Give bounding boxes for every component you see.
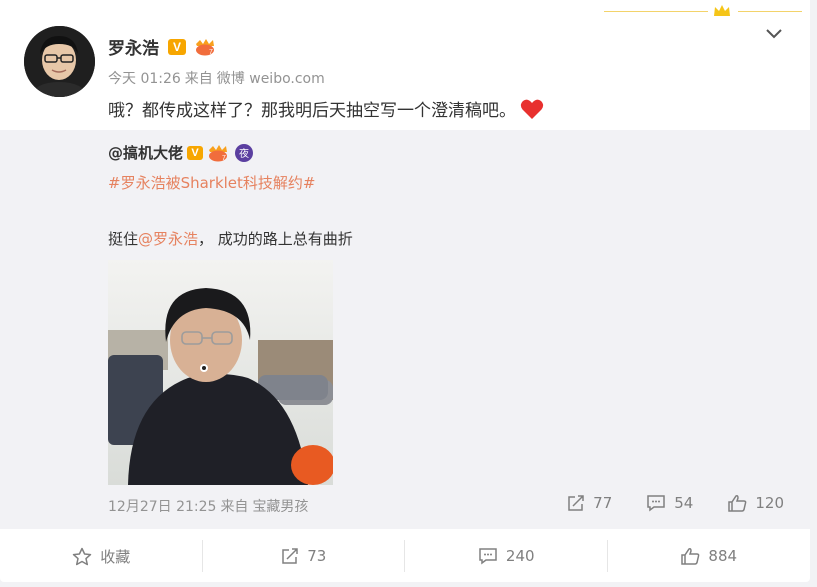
- avatar[interactable]: [24, 26, 95, 97]
- post-source[interactable]: 微博 weibo.com: [217, 68, 325, 88]
- favorite-button[interactable]: 收藏: [0, 530, 203, 582]
- svg-text:7: 7: [222, 155, 226, 162]
- post-text: 哦？都传成这样了？那我明后天抽空写一个澄清稿吧。: [108, 101, 516, 121]
- night-icon[interactable]: 夜: [235, 143, 254, 162]
- repost-text-suffix: ， 成功的路上总有曲折: [198, 230, 353, 248]
- share-icon: [282, 548, 298, 564]
- source-prefix: 来自: [184, 71, 213, 87]
- source-prefix: 来自: [220, 499, 249, 515]
- weibo-card: 罗永浩 V 7 今天 01:26 来自 微博 weibo.com 哦？都传成这样…: [0, 0, 810, 582]
- share-icon: [568, 495, 584, 511]
- post-meta: 今天 01:26 来自 微博 weibo.com: [108, 68, 325, 88]
- repost-comment-count: 54: [674, 494, 694, 512]
- repost-source[interactable]: 宝藏男孩: [252, 496, 308, 516]
- share-count: 73: [307, 547, 327, 565]
- repost-share-count: 77: [593, 494, 613, 512]
- repost-time[interactable]: 12月27日 21:25: [108, 496, 216, 516]
- decorative-line-left: [604, 11, 708, 12]
- repost-text: 挺住 @罗永浩 ， 成功的路上总有曲折: [108, 228, 353, 249]
- comment-icon: [647, 495, 666, 512]
- crown-icon: [714, 5, 730, 16]
- repost-meta: 12月27日 21:25 来自 宝藏男孩: [108, 496, 308, 516]
- action-bar: 收藏 73 240 884: [0, 530, 810, 582]
- comment-count: 240: [505, 547, 535, 565]
- like-button[interactable]: 884: [608, 530, 811, 582]
- like-icon: [728, 495, 747, 512]
- repost-share-button[interactable]: 77: [567, 494, 612, 512]
- repost-photo[interactable]: [108, 260, 333, 485]
- favorite-label: 收藏: [100, 547, 131, 566]
- repost-author-row: @搞机大佬 V 7 夜: [108, 142, 254, 163]
- repost-comment-button[interactable]: 54: [646, 494, 693, 512]
- repost-actions: 77 54 120: [567, 494, 784, 512]
- repost-like-count: 120: [755, 494, 784, 512]
- heart-icon: [520, 99, 544, 119]
- post-text-row: 哦？都传成这样了？那我明后天抽空写一个澄清稿吧。: [108, 96, 544, 121]
- mention-link[interactable]: @罗永浩: [138, 228, 198, 249]
- author-name[interactable]: 罗永浩: [108, 34, 159, 59]
- repost-text-prefix: 挺住: [108, 230, 139, 248]
- repost-like-button[interactable]: 120: [727, 494, 784, 512]
- hashtag-link[interactable]: #罗永浩被Sharklet科技解约#: [108, 172, 316, 193]
- svg-text:7: 7: [209, 49, 213, 56]
- member-icon[interactable]: 7: [194, 38, 216, 56]
- author-row: 罗永浩 V 7: [108, 34, 216, 59]
- chevron-down-icon[interactable]: [765, 26, 783, 40]
- comment-button[interactable]: 240: [405, 530, 608, 582]
- post-time[interactable]: 今天 01:26: [108, 68, 181, 88]
- star-icon: [72, 547, 92, 565]
- decorative-line-right: [738, 11, 802, 12]
- like-icon: [681, 548, 700, 565]
- like-count: 884: [708, 547, 738, 565]
- share-button[interactable]: 73: [203, 530, 405, 582]
- comment-icon: [479, 548, 497, 565]
- member-icon[interactable]: 7: [207, 144, 229, 162]
- repost-author[interactable]: @搞机大佬: [108, 142, 183, 163]
- verified-icon: V: [168, 38, 186, 55]
- verified-icon: V: [187, 145, 204, 160]
